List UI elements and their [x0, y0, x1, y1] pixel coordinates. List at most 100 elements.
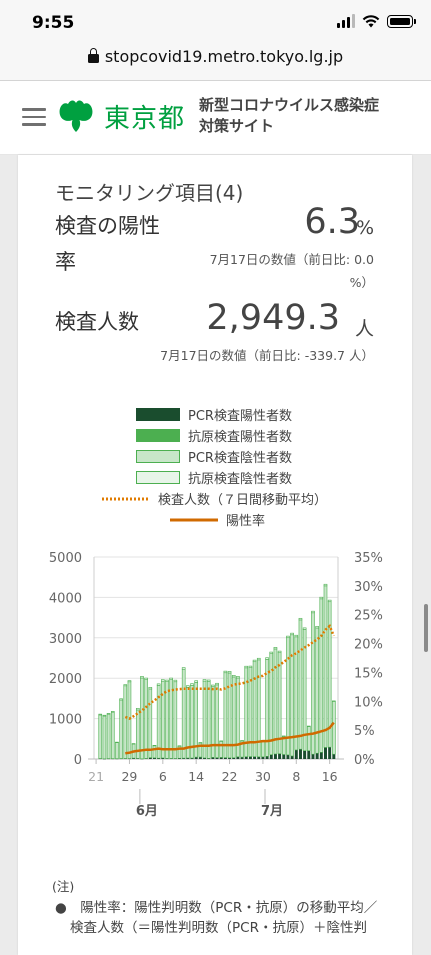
positive-rate-chart[interactable]: 0 1000 2000 3000 4000 5000 0% 5% 10% 15% 20% 25% 30%…	[18, 540, 390, 830]
bar-antigen-negative	[311, 610, 315, 614]
metric1-sub-line1: 7月17日の数値（前日比: 0.0	[209, 252, 374, 267]
url-text[interactable]: stopcovid19.metro.tokyo.lg.jp	[105, 47, 343, 66]
legend-item-positive-rate[interactable]: 陽性率	[170, 510, 265, 529]
legend-swatch	[136, 429, 180, 442]
metric2-unit: 人	[354, 318, 374, 340]
ginkgo-logo-icon[interactable]	[58, 98, 94, 136]
bar-pcr-negative	[173, 681, 178, 759]
bar-antigen-negative	[256, 657, 261, 661]
bar-pcr-negative	[140, 677, 144, 760]
legend-label: 抗原検査陰性者数	[188, 472, 293, 487]
legend-item-antigen-negative[interactable]: 抗原検査陰性者数	[136, 468, 292, 487]
x-tick-label: 30	[255, 769, 271, 784]
bar-antigen-negative	[286, 635, 290, 639]
site-title[interactable]: 新型コロナウイルス感染症 対策サイト	[199, 95, 399, 137]
metric1-unit: %	[355, 217, 374, 239]
y-tick-label: 3000	[49, 632, 82, 647]
lock-icon	[87, 48, 99, 63]
bar-antigen-negative	[165, 679, 169, 682]
y2-tick-label: 30%	[354, 580, 383, 595]
bar-pcr-positive	[332, 754, 336, 759]
bar-antigen-negative	[302, 627, 307, 630]
bar-pcr-positive	[286, 754, 290, 759]
bar-antigen-negative	[332, 700, 336, 702]
bar-antigen-negative	[315, 626, 319, 629]
bar-antigen-negative	[181, 667, 186, 670]
bar-antigen-negative	[281, 735, 286, 737]
bar-pcr-positive	[282, 754, 286, 759]
bar-pcr-negative	[307, 726, 311, 751]
metric2-label: 検査人数	[55, 310, 139, 334]
bar-antigen-negative	[327, 599, 332, 603]
bar-pcr-negative	[102, 715, 107, 760]
legend-item-antigen-positive[interactable]: 抗原検査陽性者数	[136, 426, 292, 445]
legend-dotted-line	[102, 497, 150, 500]
y2-tick-label: 5%	[354, 724, 375, 739]
bar-pcr-positive	[261, 756, 265, 759]
notes-heading: (注)	[52, 879, 75, 894]
bar-pcr-positive	[315, 753, 319, 759]
metric2-value: 2,949.3	[206, 298, 340, 338]
bar-antigen-negative	[269, 651, 274, 654]
bar-pcr-negative	[215, 684, 219, 758]
browser-url-bar[interactable]: stopcovid19.metro.tokyo.lg.jp	[0, 44, 431, 81]
y2-tick-label: 35%	[354, 551, 383, 566]
logo-text[interactable]: 東京都	[104, 98, 185, 135]
menu-icon[interactable]	[22, 108, 46, 126]
bar-antigen-negative	[131, 743, 136, 745]
wifi-icon	[362, 15, 380, 28]
bar-pcr-positive	[253, 756, 257, 759]
bar-antigen-negative	[206, 679, 211, 682]
legend-item-moving-average[interactable]: 検査人数（７日間移動平均）	[102, 489, 327, 508]
notes-line1: ● 陽性率：陽性判明数（PCR・抗原）の移動平均／	[55, 900, 378, 916]
bar-pcr-negative	[219, 740, 224, 758]
month-label: 6月	[136, 804, 158, 819]
bar-antigen-negative	[248, 665, 253, 668]
y-tick-label: 5000	[49, 551, 82, 566]
legend-label: 検査人数（７日間移動平均）	[158, 493, 328, 508]
bar-antigen-negative	[161, 679, 165, 682]
y-tick-label: 0	[74, 753, 82, 768]
status-bar: 9:55	[0, 0, 431, 44]
bar-antigen-negative	[211, 684, 215, 687]
bar-antigen-negative	[294, 634, 299, 638]
scrollbar-thumb[interactable]	[424, 604, 428, 652]
bar-antigen-negative	[106, 713, 111, 715]
bar-antigen-negative	[227, 671, 232, 674]
site-title-line2: 対策サイト	[199, 117, 275, 135]
bar-antigen-negative	[115, 741, 119, 743]
bar-pcr-negative	[315, 627, 319, 754]
metric2-sub: 7月17日の数値（前日比: -339.7 人）	[160, 348, 374, 363]
y2-tick-label: 10%	[354, 695, 383, 710]
legend-item-pcr-negative[interactable]: PCR検査陰性者数	[136, 447, 292, 466]
bar-antigen-negative	[240, 740, 244, 742]
y2-tick-label: 25%	[354, 609, 383, 624]
status-indicators	[337, 14, 416, 28]
legend-item-pcr-positive[interactable]: PCR検査陽性者数	[136, 405, 292, 424]
bar-antigen-negative	[323, 583, 328, 587]
bar-antigen-negative	[219, 740, 224, 742]
bar-pcr-positive	[290, 755, 294, 759]
bar-antigen-negative	[273, 647, 278, 650]
bar-pcr-positive	[319, 752, 323, 759]
bar-pcr-positive	[265, 756, 269, 759]
bar-pcr-negative	[110, 711, 115, 759]
bar-antigen-negative	[215, 682, 219, 686]
bar-antigen-negative	[244, 665, 249, 669]
bar-antigen-negative	[119, 698, 123, 701]
bar-antigen-negative	[223, 670, 228, 674]
bar-antigen-negative	[307, 725, 311, 727]
bar-pcr-positive	[278, 753, 282, 759]
bar-pcr-negative	[169, 679, 173, 759]
bar-antigen-negative	[102, 714, 107, 717]
bar-antigen-negative	[186, 685, 190, 688]
bar-antigen-negative	[98, 713, 103, 716]
bar-pcr-negative	[123, 685, 128, 759]
y-tick-label: 1000	[49, 713, 82, 728]
bar-antigen-negative	[319, 596, 324, 600]
bar-antigen-negative	[277, 650, 282, 654]
bar-pcr-negative	[144, 679, 148, 759]
bar-pcr-positive	[269, 754, 273, 759]
x-tick-label: 6	[159, 769, 167, 784]
bar-pcr-negative	[106, 713, 111, 759]
